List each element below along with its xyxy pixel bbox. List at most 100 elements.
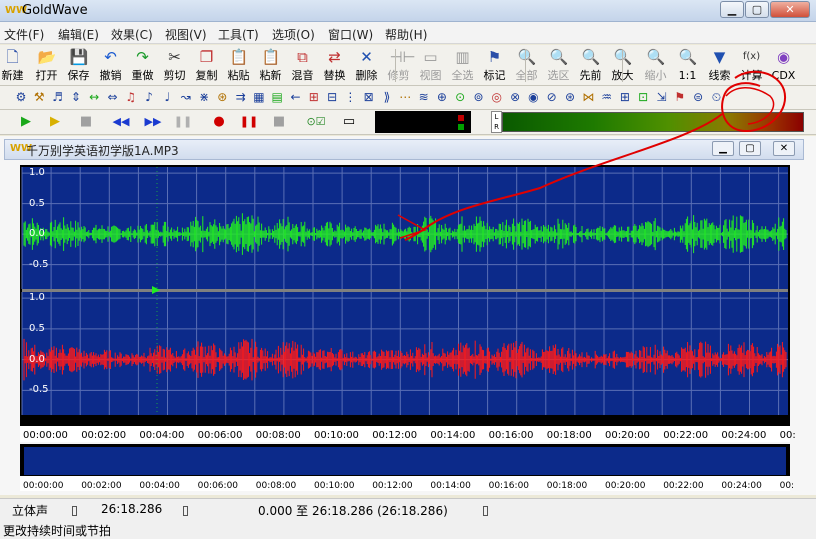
effect-8-icon[interactable]: ♪	[139, 87, 159, 107]
effect-34-icon[interactable]: ⊞	[615, 87, 635, 107]
record-stop-icon[interactable]: ■	[268, 112, 290, 131]
toolbar-button-zoom-1-1[interactable]: 🔍 1:1	[671, 47, 704, 84]
paste-new-icon: 📋	[261, 48, 281, 66]
effect-1-icon[interactable]: ⚙	[11, 87, 31, 107]
toolbar-button-mix[interactable]: ⧉ 混音	[286, 47, 319, 84]
status-divider-icon	[483, 506, 488, 516]
stop-icon[interactable]: ■	[75, 112, 97, 131]
menu-effects[interactable]: 效果(C)	[111, 26, 153, 43]
left-channel-waveform[interactable]	[22, 167, 788, 289]
effect-11-icon[interactable]: ⋇	[194, 87, 214, 107]
overview-time-label: 00:08:00	[255, 481, 297, 491]
effect-16-icon[interactable]: ←	[286, 87, 306, 107]
effect-12-icon[interactable]: ⊛	[212, 87, 232, 107]
monitor-icon[interactable]: ⊙☑	[305, 112, 327, 131]
pause-icon[interactable]: ❚❚	[172, 112, 194, 131]
toolbar-button-trim[interactable]: ⊣⊢ 修剪	[382, 47, 416, 84]
effect-7-icon[interactable]: ♫	[121, 87, 141, 107]
effect-23-icon[interactable]: ≋	[414, 87, 434, 107]
effect-30-icon[interactable]: ⊘	[542, 87, 562, 107]
toolbar-button-zoom-out[interactable]: 🔍 缩小	[639, 47, 672, 84]
effect-13-icon[interactable]: ⇉	[231, 87, 251, 107]
effect-31-icon[interactable]: ⊛	[560, 87, 580, 107]
doc-maximize-button[interactable]: ▢	[739, 141, 761, 156]
effect-10-icon[interactable]: ↝	[176, 87, 196, 107]
effect-36-icon[interactable]: ⇲	[652, 87, 672, 107]
menu-view[interactable]: 视图(V)	[165, 26, 207, 43]
effect-4-icon[interactable]: ⇕	[66, 87, 86, 107]
doc-minimize-button[interactable]: ▁	[712, 141, 734, 156]
toolbar-button-open-folder[interactable]: 📂 打开	[30, 47, 63, 84]
toolbar-button-undo[interactable]: ↶ 撤销	[94, 47, 127, 84]
toolbar-button-cut[interactable]: ✂ 剪切	[158, 47, 191, 84]
time-ruler-label: 00:22:00	[663, 430, 709, 441]
toolbar-button-zoom-selection[interactable]: 🔍 选区	[542, 47, 575, 84]
effect-24-icon[interactable]: ⊕	[432, 87, 452, 107]
toolbar-button-marker[interactable]: ⚑ 标记	[478, 47, 511, 84]
fast-forward-icon[interactable]: ▶▶	[142, 112, 164, 131]
menu-window[interactable]: 窗口(W)	[328, 26, 373, 43]
effect-15-icon[interactable]: ▤	[267, 87, 287, 107]
menu-options[interactable]: 选项(O)	[272, 26, 315, 43]
effect-22-icon[interactable]: ⋯	[395, 87, 415, 107]
toolbar-button-calculator[interactable]: f(x) 计算	[735, 47, 768, 84]
toolbar-button-view[interactable]: ▭ 视图	[414, 47, 447, 84]
time-warp-icon[interactable]: ⏲	[706, 87, 726, 107]
effect-37-icon[interactable]: ⚑	[670, 87, 690, 107]
effect-3-icon[interactable]: ♬	[48, 87, 68, 107]
effect-26-icon[interactable]: ⊚	[469, 87, 489, 107]
toolbar-button-paste[interactable]: 📋 粘贴	[222, 47, 255, 84]
cue-icon: ▼	[713, 48, 726, 66]
maximize-button[interactable]: ▢	[745, 1, 769, 18]
time-ruler-label: 00:20:00	[605, 430, 650, 441]
menu-tools[interactable]: 工具(T)	[218, 26, 259, 43]
overview-waveform[interactable]	[24, 447, 786, 475]
select-all-icon: ▥	[455, 48, 470, 66]
effect-20-icon[interactable]: ⊠	[359, 87, 379, 107]
window-icon[interactable]: ▭	[338, 112, 360, 131]
effect-35-icon[interactable]: ⊡	[633, 87, 653, 107]
effect-5-icon[interactable]: ↔	[84, 87, 104, 107]
effect-29-icon[interactable]: ◉	[523, 87, 543, 107]
effect-25-icon[interactable]: ⊙	[450, 87, 470, 107]
close-button[interactable]: ✕	[770, 1, 810, 18]
play-selection-icon[interactable]: ▶	[44, 112, 66, 131]
play-icon[interactable]: ▶	[15, 112, 37, 131]
effect-18-icon[interactable]: ⊟	[322, 87, 342, 107]
doc-close-button[interactable]: ✕	[773, 141, 795, 156]
menu-edit[interactable]: 编辑(E)	[58, 26, 99, 43]
effect-19-icon[interactable]: ⋮	[340, 87, 360, 107]
toolbar-button-new-file[interactable]: 🗋 新建	[0, 47, 29, 84]
toolbar-button-copy[interactable]: ❐ 复制	[190, 47, 223, 84]
effect-38-icon[interactable]: ⊜	[688, 87, 708, 107]
effect-28-icon[interactable]: ⊗	[505, 87, 525, 107]
record-icon[interactable]: ●	[208, 112, 230, 131]
toolbar-button-delete[interactable]: ✕ 删除	[350, 47, 383, 84]
right-channel-waveform[interactable]	[22, 292, 788, 415]
effect-14-icon[interactable]: ▦	[249, 87, 269, 107]
toolbar-button-redo[interactable]: ↷ 重做	[126, 47, 159, 84]
toolbar-button-zoom-all[interactable]: 🔍 全部	[510, 47, 543, 84]
toolbar-button-cue[interactable]: ▼ 线索	[703, 47, 736, 84]
effect-9-icon[interactable]: ♩	[157, 87, 177, 107]
effect-6-icon[interactable]: ⇔	[103, 87, 123, 107]
menu-file[interactable]: 文件(F)	[4, 26, 44, 43]
toolbar-button-cd-extract[interactable]: ◉ CDX	[767, 47, 800, 84]
effect-2-icon[interactable]: ⚒	[29, 87, 49, 107]
effect-27-icon[interactable]: ◎	[487, 87, 507, 107]
toolbar-separator	[622, 49, 623, 82]
toolbar-button-replace[interactable]: ⇄ 替换	[318, 47, 351, 84]
minimize-button[interactable]: ▁	[720, 1, 744, 18]
toolbar-button-select-all[interactable]: ▥ 全选	[446, 47, 479, 84]
effect-33-icon[interactable]: ♒	[597, 87, 617, 107]
toolbar-button-paste-new[interactable]: 📋 粘新	[254, 47, 287, 84]
record-pause-icon[interactable]: ❚❚	[238, 112, 260, 131]
toolbar-button-zoom-previous[interactable]: 🔍 先前	[574, 47, 607, 84]
effect-21-icon[interactable]: ⟫	[377, 87, 397, 107]
effect-17-icon[interactable]: ⊞	[304, 87, 324, 107]
menu-help[interactable]: 帮助(H)	[385, 26, 427, 43]
rewind-icon[interactable]: ◀◀	[110, 112, 132, 131]
title-bar	[0, 0, 816, 22]
effect-32-icon[interactable]: ⋈	[578, 87, 598, 107]
toolbar-button-save[interactable]: 💾 保存	[62, 47, 95, 84]
